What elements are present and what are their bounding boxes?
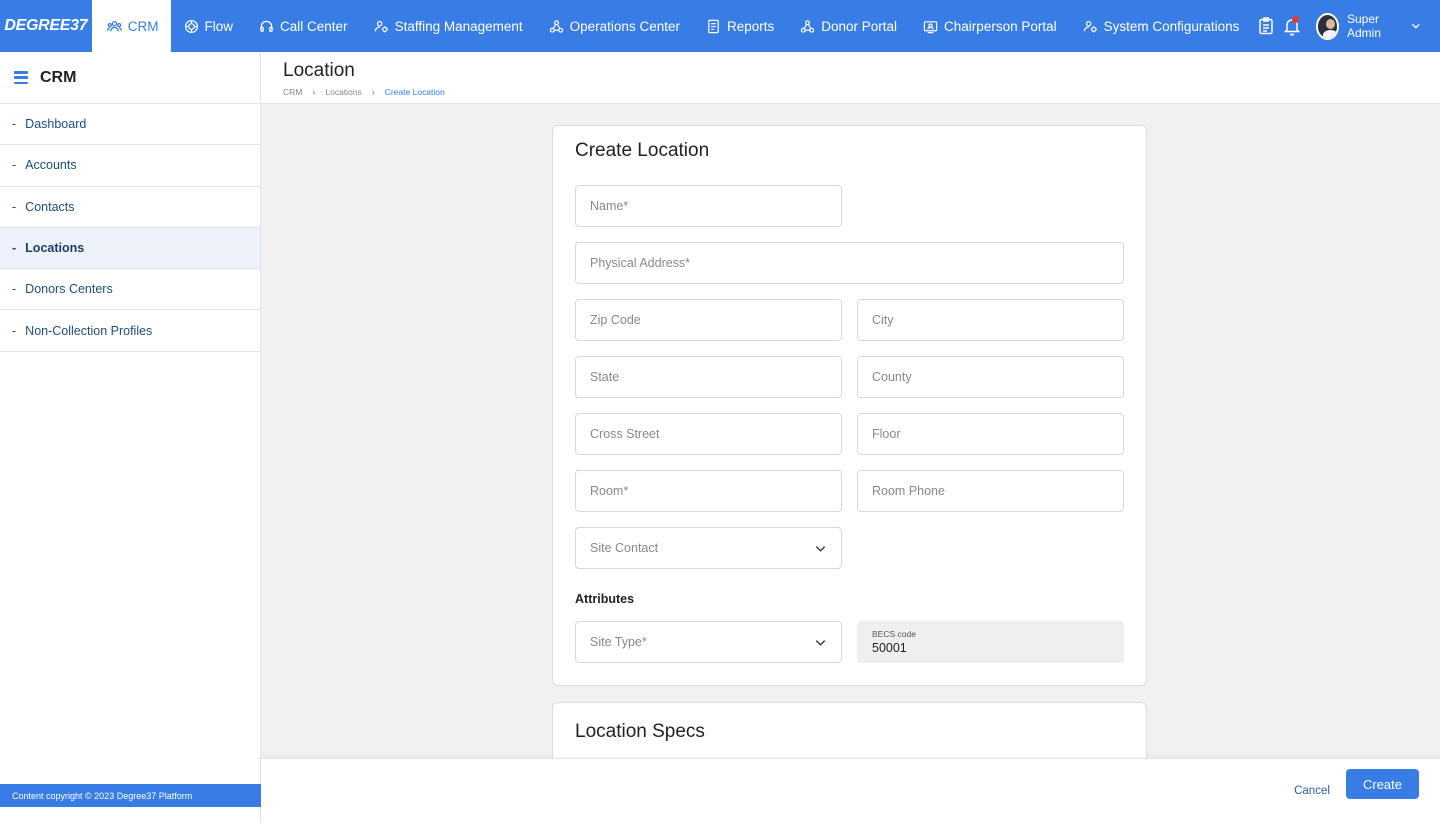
specs-title: Location Specs — [575, 721, 705, 742]
nav-call-center[interactable]: Call Center — [246, 0, 361, 52]
name-placeholder: Name* — [590, 199, 629, 213]
nav-system-configurations[interactable]: System Configurations — [1070, 0, 1253, 52]
chevron-down-icon[interactable] — [1410, 19, 1422, 33]
avatar[interactable] — [1315, 12, 1339, 40]
sidebar-item-contacts[interactable]: - Contacts — [0, 187, 260, 228]
nav-right-tools: Super Admin — [1252, 0, 1440, 52]
form-title: Create Location — [575, 140, 710, 161]
notifications-button[interactable] — [1279, 10, 1306, 42]
breadcrumb-current: Create Location — [384, 87, 445, 97]
nav-operations-center-label: Operations Center — [569, 18, 680, 34]
floor-placeholder: Floor — [872, 427, 901, 441]
sidebar-item-accounts[interactable]: - Accounts — [0, 145, 260, 187]
nav-chairperson-portal[interactable]: Chairperson Portal — [910, 0, 1070, 52]
city-field[interactable]: City — [857, 299, 1124, 341]
page-title: Location — [283, 60, 355, 81]
site-contact-select[interactable]: Site Contact — [575, 527, 842, 569]
sidebar-title: CRM — [40, 68, 77, 86]
degree37-logo[interactable]: DEGREE37 — [0, 0, 92, 52]
sidebar-item-locations[interactable]: - Locations — [0, 227, 260, 270]
network-icon — [800, 19, 815, 34]
physical-address-placeholder: Physical Address* — [590, 256, 691, 270]
room-phone-placeholder: Room Phone — [872, 484, 945, 498]
sidebar-item-label: Contacts — [25, 199, 75, 214]
page-header: Location CRM › Locations › Create Locati… — [261, 52, 1440, 104]
chevron-right-icon: › — [312, 87, 316, 97]
zip-code-placeholder: Zip Code — [590, 313, 641, 327]
staff-settings-icon — [374, 19, 389, 34]
menu-icon[interactable] — [14, 71, 28, 84]
nav-reports[interactable]: Reports — [693, 0, 787, 52]
nav-flow[interactable]: Flow — [171, 0, 247, 52]
county-placeholder: County — [872, 370, 912, 384]
room-phone-field[interactable]: Room Phone — [857, 470, 1124, 512]
nav-system-configurations-label: System Configurations — [1103, 18, 1240, 34]
sidebar-item-donors-centers[interactable]: - Donors Centers — [0, 269, 260, 311]
report-icon — [706, 19, 721, 34]
sidebar-item-label: Non-Collection Profiles — [25, 323, 153, 338]
network-icon — [549, 19, 564, 34]
breadcrumb-crm[interactable]: CRM — [283, 87, 302, 97]
zip-code-field[interactable]: Zip Code — [575, 299, 842, 341]
attributes-label: Attributes — [575, 592, 635, 606]
chevron-down-icon — [815, 639, 826, 646]
cross-street-placeholder: Cross Street — [590, 427, 660, 441]
site-type-placeholder: Site Type* — [590, 635, 647, 649]
breadcrumb: CRM › Locations › Create Location — [283, 87, 1440, 97]
chevron-down-icon — [815, 545, 826, 552]
city-placeholder: City — [872, 313, 894, 327]
sidebar-item-label: Dashboard — [25, 117, 87, 132]
nav-donor-portal[interactable]: Donor Portal — [787, 0, 910, 52]
flow-icon — [184, 19, 199, 34]
breadcrumb-locations[interactable]: Locations — [325, 87, 361, 97]
sidebar-item-label: Donors Centers — [25, 282, 113, 297]
site-contact-placeholder: Site Contact — [590, 541, 659, 555]
id-card-icon — [923, 19, 938, 34]
chevron-right-icon: › — [371, 87, 375, 97]
sidebar-header: CRM — [0, 52, 260, 104]
nav-reports-label: Reports — [726, 18, 775, 34]
notification-badge — [1291, 16, 1299, 23]
sidebar: CRM - Dashboard - Accounts - Contacts - Loca… — [0, 52, 261, 823]
county-field[interactable]: County — [857, 356, 1124, 398]
nav-staffing-management[interactable]: Staffing Management — [361, 0, 536, 52]
becs-code-value: 50001 — [872, 641, 907, 655]
users-icon — [106, 19, 122, 34]
physical-address-field[interactable]: Physical Address* — [575, 242, 1124, 284]
sidebar-item-non-collection-profiles[interactable]: - Non-Collection Profiles — [0, 310, 260, 352]
nav-flow-label: Flow — [204, 18, 234, 34]
action-bar: Cancel Create — [261, 758, 1440, 823]
becs-code-field: BECS code 50001 — [857, 621, 1124, 663]
sidebar-item-label: Locations — [25, 241, 85, 256]
sidebar-item-label: Accounts — [25, 158, 77, 173]
state-field[interactable]: State — [575, 356, 842, 398]
sidebar-item-dashboard[interactable]: - Dashboard — [0, 104, 260, 146]
floor-field[interactable]: Floor — [857, 413, 1124, 455]
nav-operations-center[interactable]: Operations Center — [536, 0, 693, 52]
state-placeholder: State — [590, 370, 620, 384]
nav-crm[interactable]: CRM — [91, 0, 171, 52]
nav-donor-portal-label: Donor Portal — [821, 18, 898, 34]
headset-icon — [259, 19, 274, 34]
clipboard-icon — [1259, 17, 1273, 35]
room-field[interactable]: Room* — [575, 470, 842, 512]
user-gear-icon — [1083, 19, 1098, 34]
user-name[interactable]: Super Admin — [1347, 12, 1404, 40]
create-button[interactable]: Create — [1346, 769, 1419, 799]
becs-code-label: BECS code — [872, 629, 916, 639]
create-location-card: Create Location Name* Physical Address* … — [552, 125, 1147, 686]
nav-call-center-label: Call Center — [280, 18, 348, 34]
site-type-select[interactable]: Site Type* — [575, 621, 842, 663]
name-field[interactable]: Name* — [575, 185, 842, 227]
nav-staffing-management-label: Staffing Management — [394, 18, 523, 34]
cancel-button[interactable]: Cancel — [1294, 776, 1330, 806]
nav-chairperson-portal-label: Chairperson Portal — [944, 18, 1057, 34]
clipboard-button[interactable] — [1252, 10, 1279, 42]
cross-street-field[interactable]: Cross Street — [575, 413, 842, 455]
room-placeholder: Room* — [590, 484, 629, 498]
top-navigation-bar: DEGREE37 CRM Flow Call Center Staffing M… — [0, 0, 1440, 52]
copyright-footer: Content copyright © 2023 Degree37 Platfo… — [0, 784, 261, 807]
nav-crm-label: CRM — [127, 18, 159, 34]
